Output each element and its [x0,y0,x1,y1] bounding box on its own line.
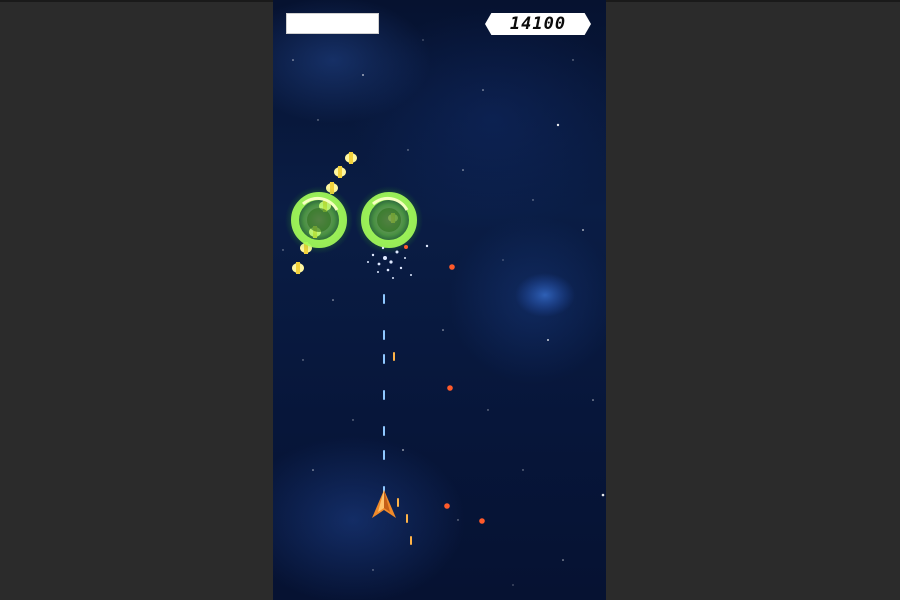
enemy-bullets [404,245,485,524]
green-orb-enemy-right [355,186,423,254]
game-viewport[interactable]: 14100 [273,0,606,600]
health-bar [286,13,379,34]
space-scene [282,39,605,586]
player-laser-shots [383,294,385,494]
score-display: 14100 [485,13,591,35]
player-side-shots [393,352,412,545]
score-value: 14100 [509,13,567,34]
player-ship[interactable] [372,490,396,518]
nebula-cloud [515,273,575,317]
green-orb-enemy-left [285,186,353,254]
